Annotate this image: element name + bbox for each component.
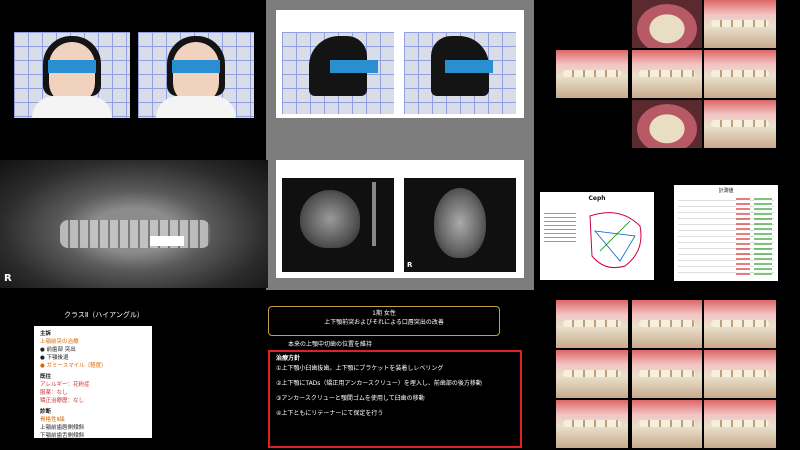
skull-shape xyxy=(300,190,360,248)
case-document-card[interactable]: 主訴 上顎前突の治療 ● 前歯部 突出 ● 下顎後退 ● ガミースマイル（軽度）… xyxy=(34,326,152,440)
progress-photo[interactable] xyxy=(556,300,628,348)
plan-paragraph: ①上下顎小臼歯抜歯。上下顎にブラケットを装着しレベリング xyxy=(276,365,444,372)
progress-photo[interactable] xyxy=(632,350,702,398)
right-profile-teeth-photo[interactable] xyxy=(704,0,776,48)
frontal-photo-smile[interactable] xyxy=(138,32,254,118)
doc-section-3: 診断 骨格性Ⅱ級 上顎前歯唇側傾斜 下顎前歯舌側傾斜 xyxy=(40,408,146,440)
left-buccal-photo[interactable] xyxy=(704,50,776,98)
face xyxy=(173,42,219,104)
plan-paragraph: ③アンカースクリューと顎間ゴムを使用して臼歯の移動 xyxy=(276,395,425,402)
doc-line: ● 前歯部 突出 xyxy=(40,347,76,353)
frontal-photo-rest[interactable] xyxy=(14,32,130,118)
progress-photo[interactable] xyxy=(704,400,776,448)
treatment-plan-title: 治療方針 xyxy=(276,355,301,362)
progress-photo[interactable] xyxy=(704,300,776,348)
skull-shape xyxy=(434,188,486,258)
ceph-xray-card: R xyxy=(276,160,524,278)
pa-ceph-xray[interactable]: R xyxy=(404,178,516,272)
panoramic-xray[interactable]: R xyxy=(0,160,268,288)
shirt xyxy=(156,96,236,118)
doc-line: ● ガミースマイル（軽度） xyxy=(40,363,107,369)
xray-side-label: R xyxy=(4,273,12,284)
doc-line: ● 下顎後退 xyxy=(40,355,69,361)
doc-line: 上顎前歯唇側傾斜 xyxy=(40,425,85,431)
doc-heading: 診断 xyxy=(40,409,52,415)
doc-section-1: 主訴 上顎前突の治療 ● 前歯部 突出 ● 下顎後退 ● ガミースマイル（軽度） xyxy=(40,330,146,370)
progress-photo[interactable] xyxy=(556,350,628,398)
privacy-mask xyxy=(329,60,378,73)
xray-side-label: R xyxy=(407,261,413,269)
ceph-tracing-drawing xyxy=(589,212,642,269)
lateral-ceph-xray[interactable] xyxy=(282,178,394,272)
upper-occlusal-photo[interactable] xyxy=(632,0,702,48)
patient-class-caption: クラスⅡ（ハイアングル） xyxy=(64,311,144,319)
progress-photo[interactable] xyxy=(556,400,628,448)
doc-line: 服薬：なし xyxy=(40,390,68,396)
summary-line-2: 上下顎前突およびそれによる口唇突出の改善 xyxy=(324,319,444,326)
doc-line: 骨格性Ⅱ級 xyxy=(40,417,65,423)
profile-photo-left[interactable] xyxy=(282,32,394,114)
lower-occlusal-photo[interactable] xyxy=(632,100,702,148)
metal-crowns xyxy=(150,236,184,246)
doc-line: 下顎前歯舌側傾斜 xyxy=(40,433,85,439)
table-red-column xyxy=(736,195,750,277)
table-green-column xyxy=(754,195,772,277)
ceph-legend xyxy=(544,210,576,244)
profile-photo-right[interactable] xyxy=(404,32,516,114)
face xyxy=(49,42,95,104)
treatment-plan-box: 治療方針 ①上下顎小臼歯抜歯。上下顎にブラケットを装着しレベリング ②上下顎にT… xyxy=(268,350,522,448)
doc-line: 上顎前突の治療 xyxy=(40,339,79,345)
progress-photo[interactable] xyxy=(632,300,702,348)
doc-line: 矯正治療歴：なし xyxy=(40,398,85,404)
summary-line-1: 1期 女性 xyxy=(372,310,396,317)
plan-paragraph: ②上下顎にTADs（矯正用アンカースクリュー）を埋入し、前歯部の後方移動 xyxy=(276,380,482,387)
frontal-intraoral-photo[interactable] xyxy=(632,50,702,98)
profile-photo-card xyxy=(276,10,524,118)
measurement-table-card[interactable]: 計測値 xyxy=(674,185,778,281)
intraoral-grid-top xyxy=(556,0,780,150)
tooth-row xyxy=(60,220,210,248)
progress-photo[interactable] xyxy=(704,350,776,398)
doc-section-2: 既往 アレルギー：花粉症 服薬：なし 矯正治療歴：なし xyxy=(40,373,146,405)
summary-box: 1期 女性 上下顎前突およびそれによる口唇突出の改善 xyxy=(268,306,500,336)
doc-heading: 主訴 xyxy=(40,331,52,337)
ceph-tracing-card[interactable]: Ceph xyxy=(540,192,654,280)
table-title: 計測値 xyxy=(718,188,734,194)
ceph-title: Ceph xyxy=(588,195,606,202)
right-buccal-photo[interactable] xyxy=(556,50,628,98)
privacy-mask xyxy=(172,60,220,73)
doc-line: アレルギー：花粉症 xyxy=(40,382,90,388)
doc-heading: 既往 xyxy=(40,374,52,380)
privacy-mask xyxy=(444,60,493,73)
overjet-photo[interactable] xyxy=(704,100,776,148)
ceph-rod xyxy=(372,182,376,246)
privacy-mask xyxy=(48,60,96,73)
intraoral-grid-bottom xyxy=(556,300,780,450)
shirt xyxy=(32,96,112,118)
progress-photo[interactable] xyxy=(632,400,702,448)
plan-paragraph: ④上下ともにリテーナーにて保定を行う xyxy=(276,410,384,417)
